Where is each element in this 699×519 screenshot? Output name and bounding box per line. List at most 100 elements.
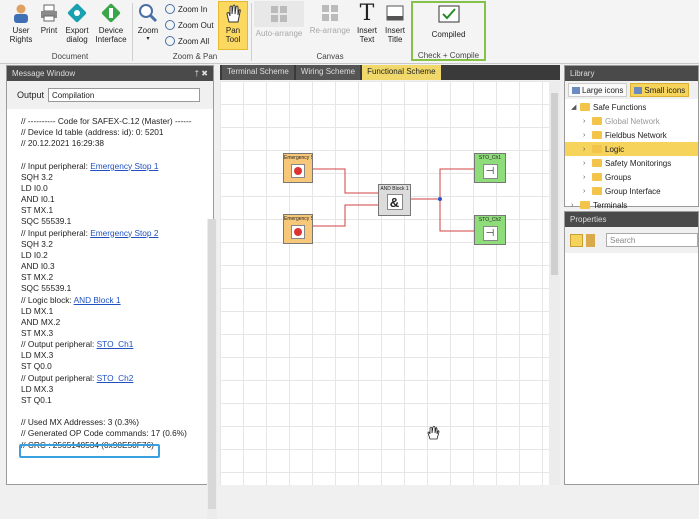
canvas-group-label: Canvas (316, 52, 344, 61)
large-icons-button[interactable]: Large icons (568, 83, 628, 97)
code-link[interactable]: STO_Ch1 (97, 339, 134, 349)
properties-panel: Properties Search (564, 211, 699, 485)
library-tree-item[interactable]: › Global Network (565, 114, 698, 128)
emergency-stop-2-block[interactable]: Emergency S (283, 214, 313, 244)
zoom-out-button[interactable]: Zoom Out (165, 20, 214, 30)
tab-wiring-scheme[interactable]: Wiring Scheme (295, 65, 361, 80)
properties-search-input[interactable]: Search (606, 233, 698, 247)
code-line: ST MX.1 (21, 205, 201, 216)
message-scrollbar[interactable] (207, 219, 217, 519)
compiled-button[interactable]: Compiled Check + Compile (411, 1, 486, 61)
code-link[interactable]: Emergency Stop 1 (90, 161, 158, 171)
code-text: // Output peripheral: (21, 372, 97, 383)
library-titlebar: Library (565, 66, 698, 81)
message-window-title: Message Window (12, 69, 76, 78)
code-line: SQC 55539.1 (21, 283, 201, 294)
insert-text-button[interactable]: T Insert Text (355, 2, 379, 44)
code-line: LD MX.3 (21, 384, 201, 395)
library-tree-item[interactable]: › Fieldbus Network (565, 128, 698, 142)
device-interface-button[interactable]: Device Interface (93, 2, 129, 44)
code-line: AND I0.3 (21, 261, 201, 272)
scheme-tabs: Terminal Scheme Wiring Scheme Functional… (220, 65, 560, 80)
small-icons-icon (634, 86, 643, 94)
library-tree-label: Global Network (605, 116, 660, 126)
zoom-all-button[interactable]: Zoom All (165, 36, 209, 46)
scroll-thumb[interactable] (551, 93, 558, 275)
insert-title-button[interactable]: Insert Title (382, 2, 408, 44)
code-text: AND I0.1 (21, 194, 55, 205)
library-tree-item[interactable]: › Safety Monitorings (565, 156, 698, 170)
crc-highlight (19, 444, 160, 458)
library-tree-label: Groups (605, 172, 632, 182)
print-button[interactable]: Print (38, 2, 60, 35)
code-link[interactable]: STO_Ch2 (97, 373, 134, 383)
re-arrange-button[interactable]: Re-arrange (308, 2, 352, 35)
scroll-thumb[interactable] (208, 219, 216, 509)
sto-ch2-block[interactable]: STO_Ch2 ⊣ (474, 215, 506, 245)
pan-tool-button[interactable]: Pan Tool (218, 1, 248, 50)
user-rights-button[interactable]: User Rights (6, 2, 36, 44)
wires (313, 168, 474, 232)
library-tree-label: Terminals (593, 200, 628, 210)
expand-arrow-icon[interactable]: ◢ (571, 103, 580, 111)
folder-icon (592, 159, 602, 167)
output-select[interactable]: Compilation (48, 88, 201, 102)
canvas-scrollbar[interactable] (549, 81, 560, 485)
sort-icon[interactable] (586, 233, 595, 247)
contactor-icon: ⊣ (482, 164, 498, 179)
functional-scheme-canvas[interactable]: Emergency S Emergency S AND Block 1 & ST… (220, 81, 555, 485)
expand-arrow-icon[interactable]: › (571, 202, 580, 209)
library-tree-item[interactable]: › Terminals (565, 198, 698, 212)
tab-terminal-scheme[interactable]: Terminal Scheme (222, 65, 294, 80)
expand-arrow-icon[interactable]: › (583, 146, 592, 153)
code-text: LD MX.3 (21, 383, 54, 394)
tab-functional-scheme[interactable]: Functional Scheme (362, 65, 441, 80)
block-label: Emergency S (284, 155, 312, 161)
sto-ch1-block[interactable]: STO_Ch1 ⊣ (474, 153, 506, 183)
emergency-stop-1-block[interactable]: Emergency S (283, 153, 313, 183)
library-tree: ◢ Safe Functions › Global Network › Fieldbus … (565, 100, 698, 212)
zoom-in-label: Zoom In (178, 4, 208, 14)
categorized-icon[interactable] (570, 233, 583, 247)
pin-close-icons[interactable]: † ✖ (195, 69, 208, 78)
zoom-button[interactable]: Zoom ▾ (135, 2, 161, 44)
compiled-code-listing: // ---------- Code for SAFEX-C.12 (Maste… (21, 116, 201, 451)
and-block-1[interactable]: AND Block 1 & (378, 184, 411, 216)
zoom-in-button[interactable]: Zoom In (165, 4, 207, 14)
output-row: Output Compilation (7, 81, 213, 109)
block-label: STO_Ch2 (478, 217, 502, 223)
auto-arrange-label: Auto-arrange (255, 29, 303, 38)
checkmark-icon (438, 5, 460, 27)
expand-arrow-icon[interactable]: › (583, 188, 592, 195)
expand-arrow-icon[interactable]: › (583, 160, 592, 167)
code-line: LD MX.3 (21, 350, 201, 361)
expand-arrow-icon[interactable]: › (583, 132, 592, 139)
library-tree-item[interactable]: › Groups (565, 170, 698, 184)
code-line: // Logic block: AND Block 1 (21, 295, 201, 306)
code-text: ST Q0.0 (21, 361, 52, 372)
print-label: Print (40, 26, 58, 35)
library-panel: Library Large icons Small icons ◢ Safe Fu… (564, 65, 699, 210)
library-tree-label: Logic (605, 144, 625, 154)
expand-arrow-icon[interactable]: › (583, 118, 592, 125)
code-line: // Input peripheral: Emergency Stop 2 (21, 228, 201, 239)
small-icons-button[interactable]: Small icons (630, 83, 690, 97)
separator (132, 3, 133, 61)
auto-arrange-button[interactable]: Auto-arrange (254, 1, 304, 38)
code-link[interactable]: Emergency Stop 2 (90, 228, 158, 238)
code-line: LD MX.1 (21, 306, 201, 317)
code-text: // Device Id table (address: id): 0: 520… (21, 127, 164, 138)
code-link[interactable]: AND Block 1 (74, 295, 121, 305)
export-dialog-button[interactable]: Export dialog (62, 2, 92, 44)
library-tree-item[interactable]: ◢ Safe Functions (565, 100, 698, 114)
code-text: // Input peripheral: (21, 227, 91, 238)
text-icon: T (359, 0, 375, 26)
check-compile-group-label: Check + Compile (417, 51, 480, 60)
zoom-out-label: Zoom Out (178, 20, 214, 30)
expand-arrow-icon[interactable]: › (583, 174, 592, 181)
code-line: SQH 3.2 (21, 172, 201, 183)
folder-icon (592, 173, 602, 181)
code-line: ST MX.3 (21, 328, 201, 339)
library-tree-item[interactable]: › Logic (565, 142, 698, 156)
library-tree-item[interactable]: › Group Interface (565, 184, 698, 198)
